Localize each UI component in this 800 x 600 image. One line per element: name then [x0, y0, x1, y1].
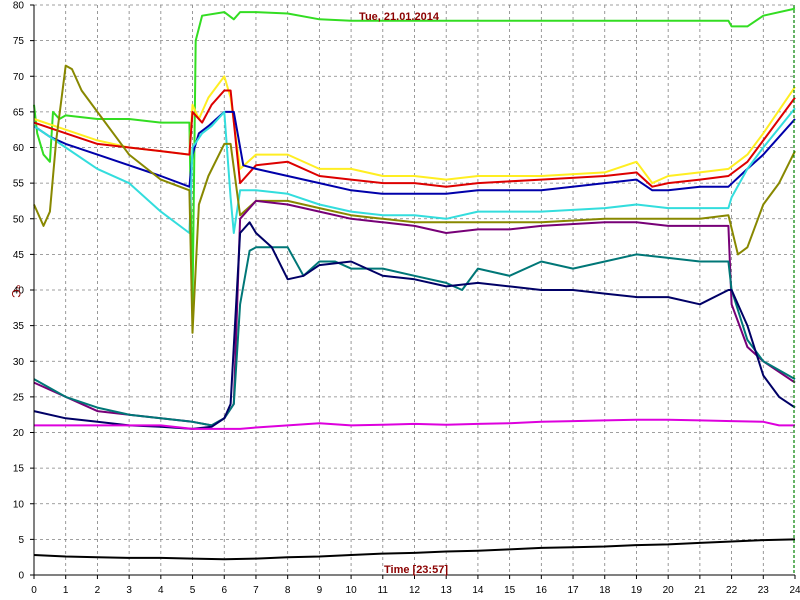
y-tick-label: 45: [13, 250, 25, 261]
x-tick-label: 1: [63, 585, 69, 596]
x-tick-label: 21: [694, 585, 706, 596]
x-tick-label: 23: [758, 585, 770, 596]
y-tick-label: 80: [13, 1, 25, 12]
x-tick-label: 10: [346, 585, 358, 596]
x-tick-label: 9: [317, 585, 323, 596]
x-tick-label: 24: [789, 585, 800, 596]
x-tick-label: 7: [253, 585, 259, 596]
y-axis-label: °C: [9, 284, 23, 298]
y-tick-label: 30: [13, 357, 25, 368]
x-tick-label: 4: [158, 585, 164, 596]
y-tick-label: 10: [13, 499, 25, 510]
y-tick-label: 20: [13, 428, 25, 439]
y-tick-label: 35: [13, 321, 25, 332]
y-tick-label: 25: [13, 392, 25, 403]
temperature-chart: 051015202530354045505560657075800 1 2 3 4 5 6 7…: [0, 0, 800, 600]
y-tick-label: 75: [13, 36, 25, 47]
x-tick-label: 2: [95, 585, 101, 596]
x-tick-label: 11: [378, 585, 389, 596]
chart-title: Tue, 21.01.2014: [359, 11, 440, 23]
x-tick-label: 13: [441, 585, 453, 596]
x-tick-label: 18: [599, 585, 611, 596]
x-tick-label: 16: [536, 585, 548, 596]
x-axis-label: Time [23:57]: [384, 564, 448, 576]
x-tick-label: 0: [31, 585, 37, 596]
y-tick-label: 15: [13, 464, 25, 475]
x-tick-label: 5: [190, 585, 196, 596]
y-tick-label: 60: [13, 143, 25, 154]
x-tick-label: 17: [567, 585, 579, 596]
x-tick-label: 14: [472, 585, 484, 596]
y-tick-label: 0: [18, 571, 24, 582]
x-tick-label: 6: [221, 585, 227, 596]
y-tick-label: 5: [18, 535, 24, 546]
y-tick-label: 55: [13, 179, 25, 190]
y-tick-label: 65: [13, 107, 25, 118]
x-tick-label: 3: [126, 585, 132, 596]
x-tick-label: 19: [631, 585, 643, 596]
y-tick-label: 50: [13, 214, 25, 225]
y-tick-label: 70: [13, 72, 25, 83]
x-tick-label: 8: [285, 585, 291, 596]
x-tick-label: 15: [504, 585, 516, 596]
x-tick-label: 22: [726, 585, 738, 596]
x-tick-label: 12: [409, 585, 421, 596]
x-tick-label: 20: [663, 585, 675, 596]
